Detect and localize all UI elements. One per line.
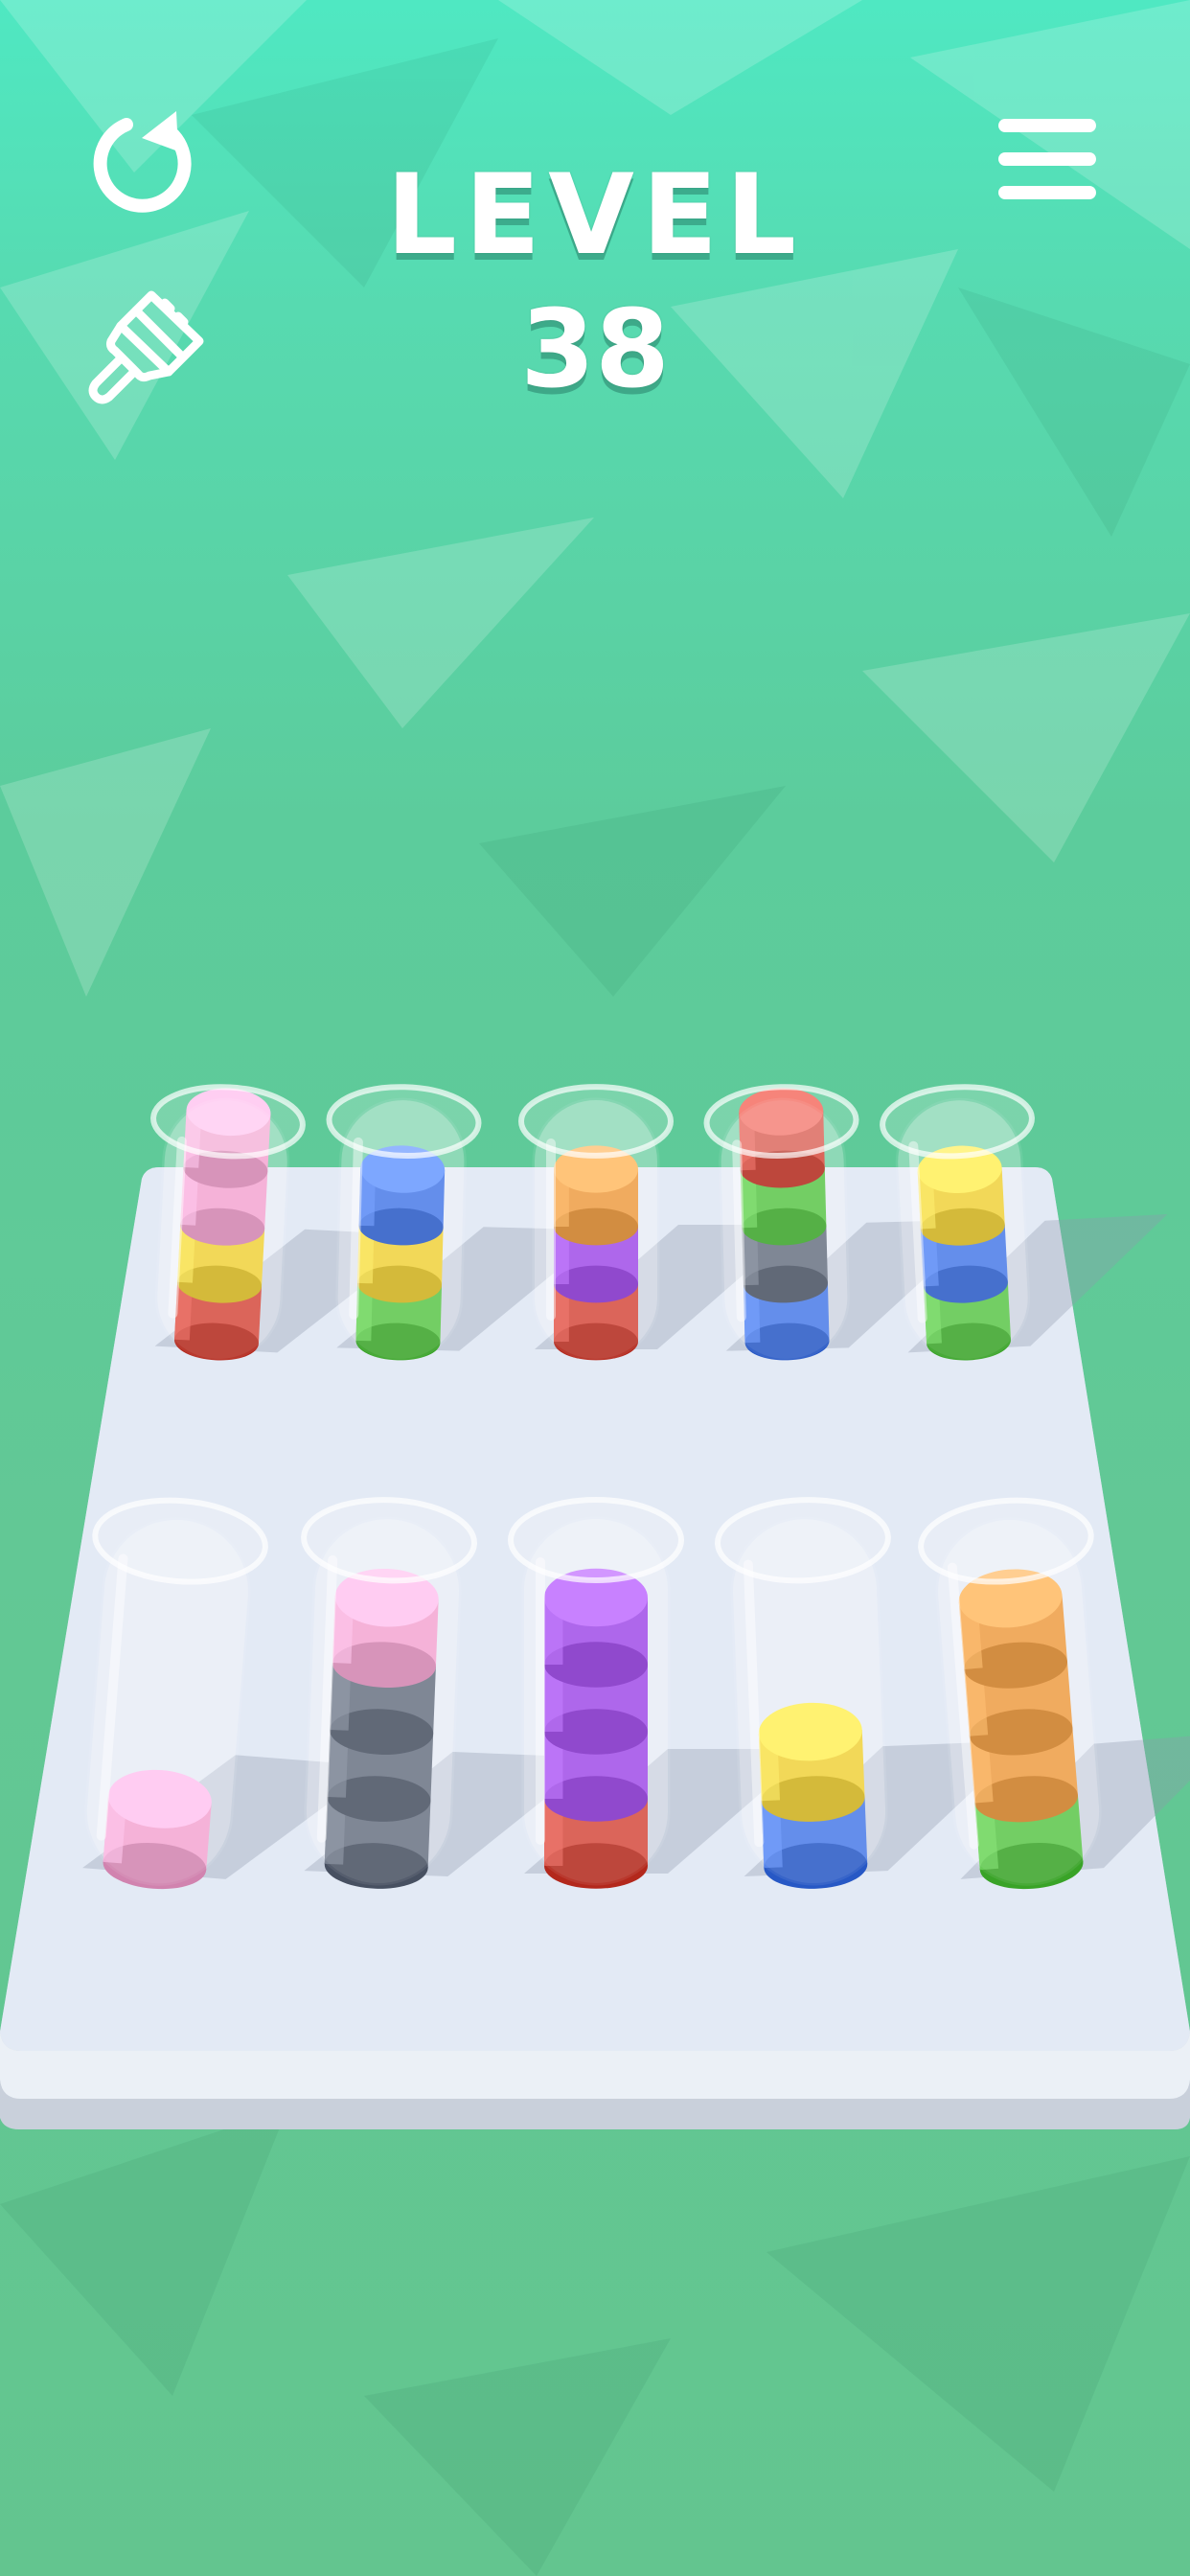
tube-highlight xyxy=(546,1138,556,1321)
tube-rim xyxy=(518,1084,674,1159)
tube-rim xyxy=(326,1084,482,1159)
tube-highlight xyxy=(536,1557,545,1845)
tube-rim xyxy=(703,1084,859,1159)
tube-rim xyxy=(508,1497,684,1583)
game-board xyxy=(0,1084,1190,2129)
